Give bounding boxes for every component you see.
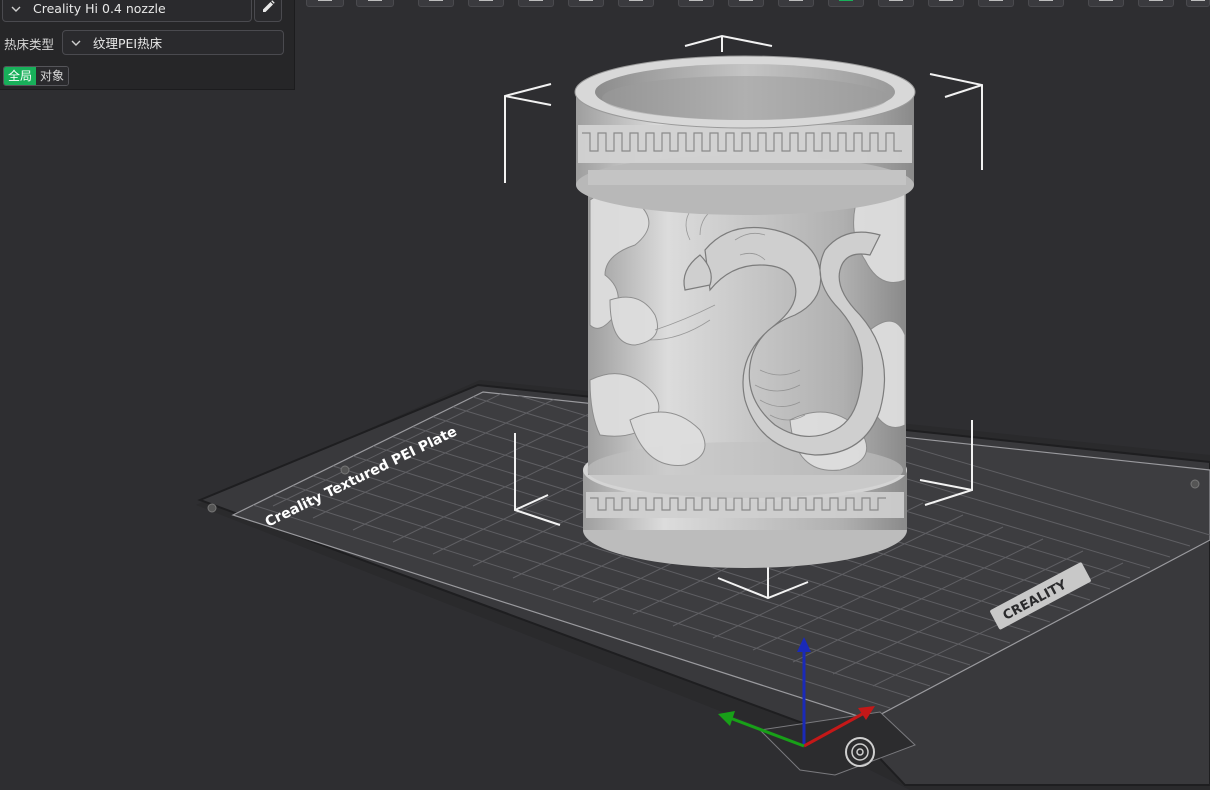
toolbar-button[interactable] bbox=[1088, 0, 1124, 7]
toolbar-button[interactable] bbox=[928, 0, 964, 7]
toolbar-button[interactable] bbox=[978, 0, 1014, 7]
toolbar-button[interactable] bbox=[306, 0, 344, 7]
toolbar-button[interactable] bbox=[878, 0, 914, 7]
tool-icon bbox=[629, 0, 643, 1]
edit-printer-button[interactable] bbox=[254, 0, 282, 22]
toolbar-button[interactable] bbox=[568, 0, 604, 7]
print-settings-panel: Creality Hi 0.4 nozzle 热床类型 纹理PEI热床 全局 对… bbox=[0, 0, 295, 90]
toolbar-button[interactable] bbox=[1138, 0, 1174, 7]
tool-icon bbox=[939, 0, 953, 1]
tool-icon bbox=[689, 0, 703, 1]
toolbar-button[interactable] bbox=[728, 0, 764, 7]
toolbar-button[interactable] bbox=[678, 0, 714, 7]
tool-icon bbox=[579, 0, 593, 1]
bed-type-label: 热床类型 bbox=[4, 37, 55, 52]
tool-icon bbox=[989, 0, 1003, 1]
scope-option-object[interactable]: 对象 bbox=[36, 67, 69, 85]
printer-select[interactable]: Creality Hi 0.4 nozzle bbox=[2, 0, 252, 22]
pencil-icon bbox=[261, 0, 275, 18]
scope-option-global[interactable]: 全局 bbox=[4, 67, 37, 85]
bed-type-select[interactable]: 纹理PEI热床 bbox=[62, 30, 284, 55]
tool-icon bbox=[739, 0, 753, 1]
toolbar-button[interactable] bbox=[778, 0, 814, 7]
3d-viewport[interactable]: Creality Textured PEI Plate CREALITY bbox=[0, 0, 1210, 790]
toolbar-button[interactable] bbox=[418, 0, 454, 7]
dragon-pen-holder-model[interactable] bbox=[574, 55, 916, 568]
chevron-down-icon bbox=[11, 2, 25, 15]
tool-icon bbox=[1099, 0, 1113, 1]
printer-select-value: Creality Hi 0.4 nozzle bbox=[33, 0, 166, 16]
tool-icon bbox=[1191, 0, 1205, 1]
toolbar-button[interactable] bbox=[356, 0, 394, 7]
tool-icon bbox=[1149, 0, 1163, 1]
tool-icon bbox=[479, 0, 493, 1]
tool-icon bbox=[889, 0, 903, 1]
bed-type-value: 纹理PEI热床 bbox=[93, 36, 163, 51]
toolbar-button[interactable] bbox=[1186, 0, 1210, 7]
chevron-down-icon bbox=[71, 36, 85, 49]
tool-icon bbox=[789, 0, 803, 1]
scope-toggle: 全局 对象 bbox=[3, 66, 70, 86]
toolbar-button[interactable] bbox=[518, 0, 554, 7]
toolbar-button[interactable] bbox=[828, 0, 864, 7]
tool-icon bbox=[318, 0, 332, 1]
tool-icon bbox=[368, 0, 382, 1]
toolbar-button[interactable] bbox=[618, 0, 654, 7]
tool-icon bbox=[429, 0, 443, 1]
toolbar-button[interactable] bbox=[1028, 0, 1064, 7]
paint-icon bbox=[839, 0, 853, 1]
top-toolbar bbox=[300, 0, 1210, 10]
tool-icon bbox=[529, 0, 543, 1]
tool-icon bbox=[1039, 0, 1053, 1]
toolbar-button[interactable] bbox=[468, 0, 504, 7]
